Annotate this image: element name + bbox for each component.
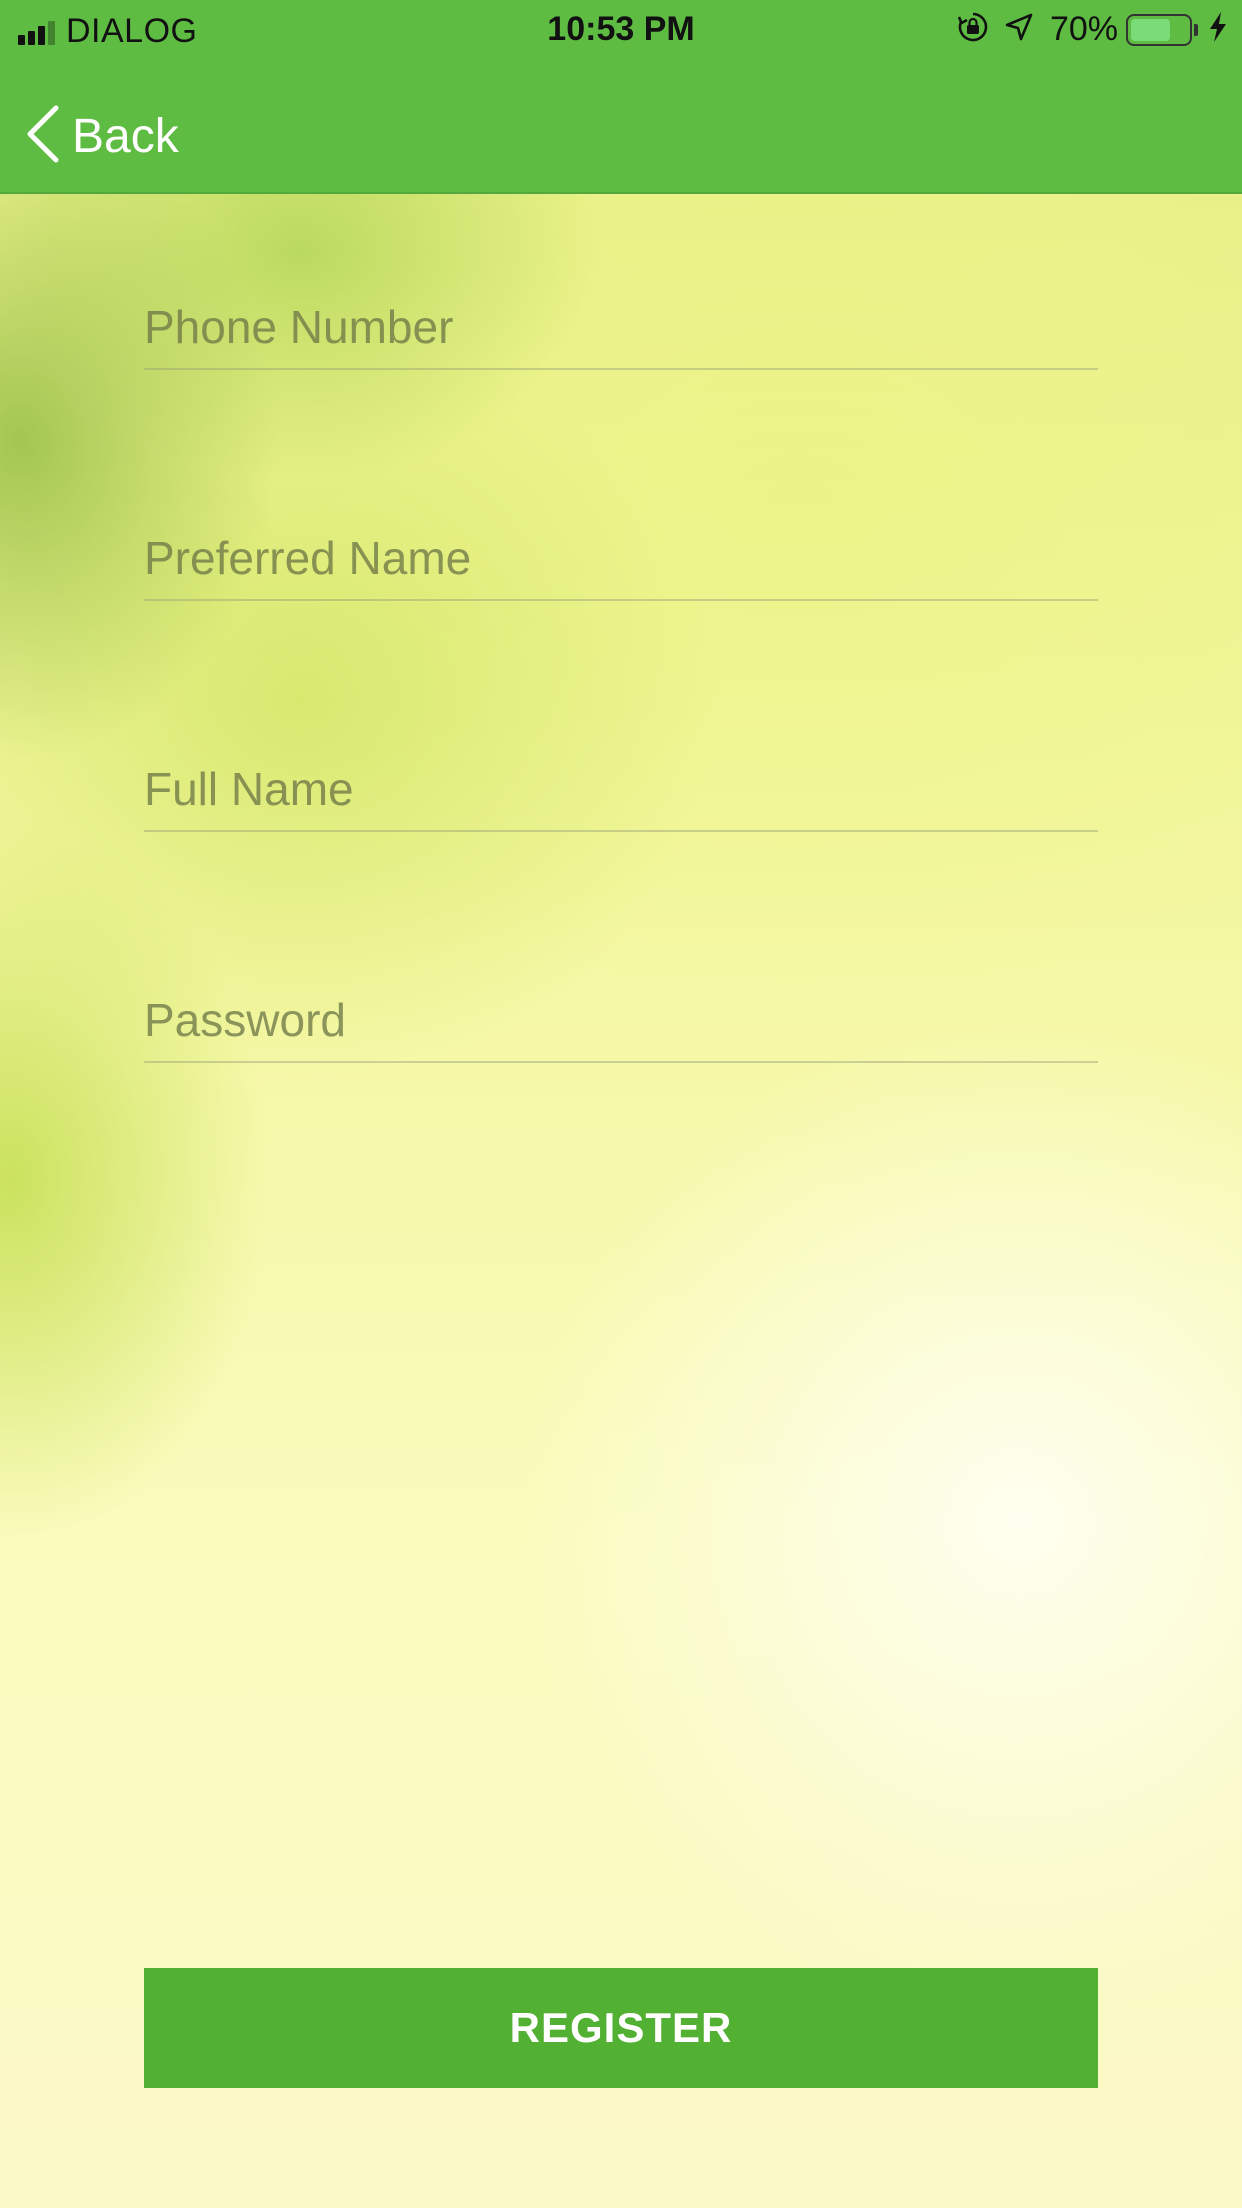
- battery-icon: [1126, 13, 1192, 46]
- phone-number-input[interactable]: [144, 300, 1098, 354]
- full-name-input[interactable]: [144, 762, 1098, 816]
- password-field: [144, 973, 1098, 1063]
- battery-fill: [1131, 18, 1170, 41]
- charging-bolt-icon: [1208, 11, 1228, 48]
- status-right: 70%: [942, 10, 1228, 49]
- back-label: Back: [72, 110, 179, 163]
- back-button[interactable]: Back: [24, 104, 179, 169]
- full-name-field: [144, 742, 1098, 832]
- battery-tip: [1194, 23, 1198, 36]
- navigation-bar: Back: [0, 62, 1242, 194]
- rotation-lock-icon: [956, 10, 990, 49]
- phone-number-field: [144, 280, 1098, 370]
- chevron-left-icon: [24, 104, 60, 169]
- register-button[interactable]: REGISTER: [144, 1968, 1098, 2088]
- status-bar: DIALOG 10:53 PM 70%: [0, 0, 1242, 62]
- battery-percent: 70%: [1049, 10, 1118, 48]
- preferred-name-input[interactable]: [144, 531, 1098, 585]
- password-input[interactable]: [144, 993, 1098, 1047]
- preferred-name-field: [144, 511, 1098, 601]
- location-arrow-icon: [1004, 12, 1034, 47]
- register-label: REGISTER: [509, 2004, 733, 2051]
